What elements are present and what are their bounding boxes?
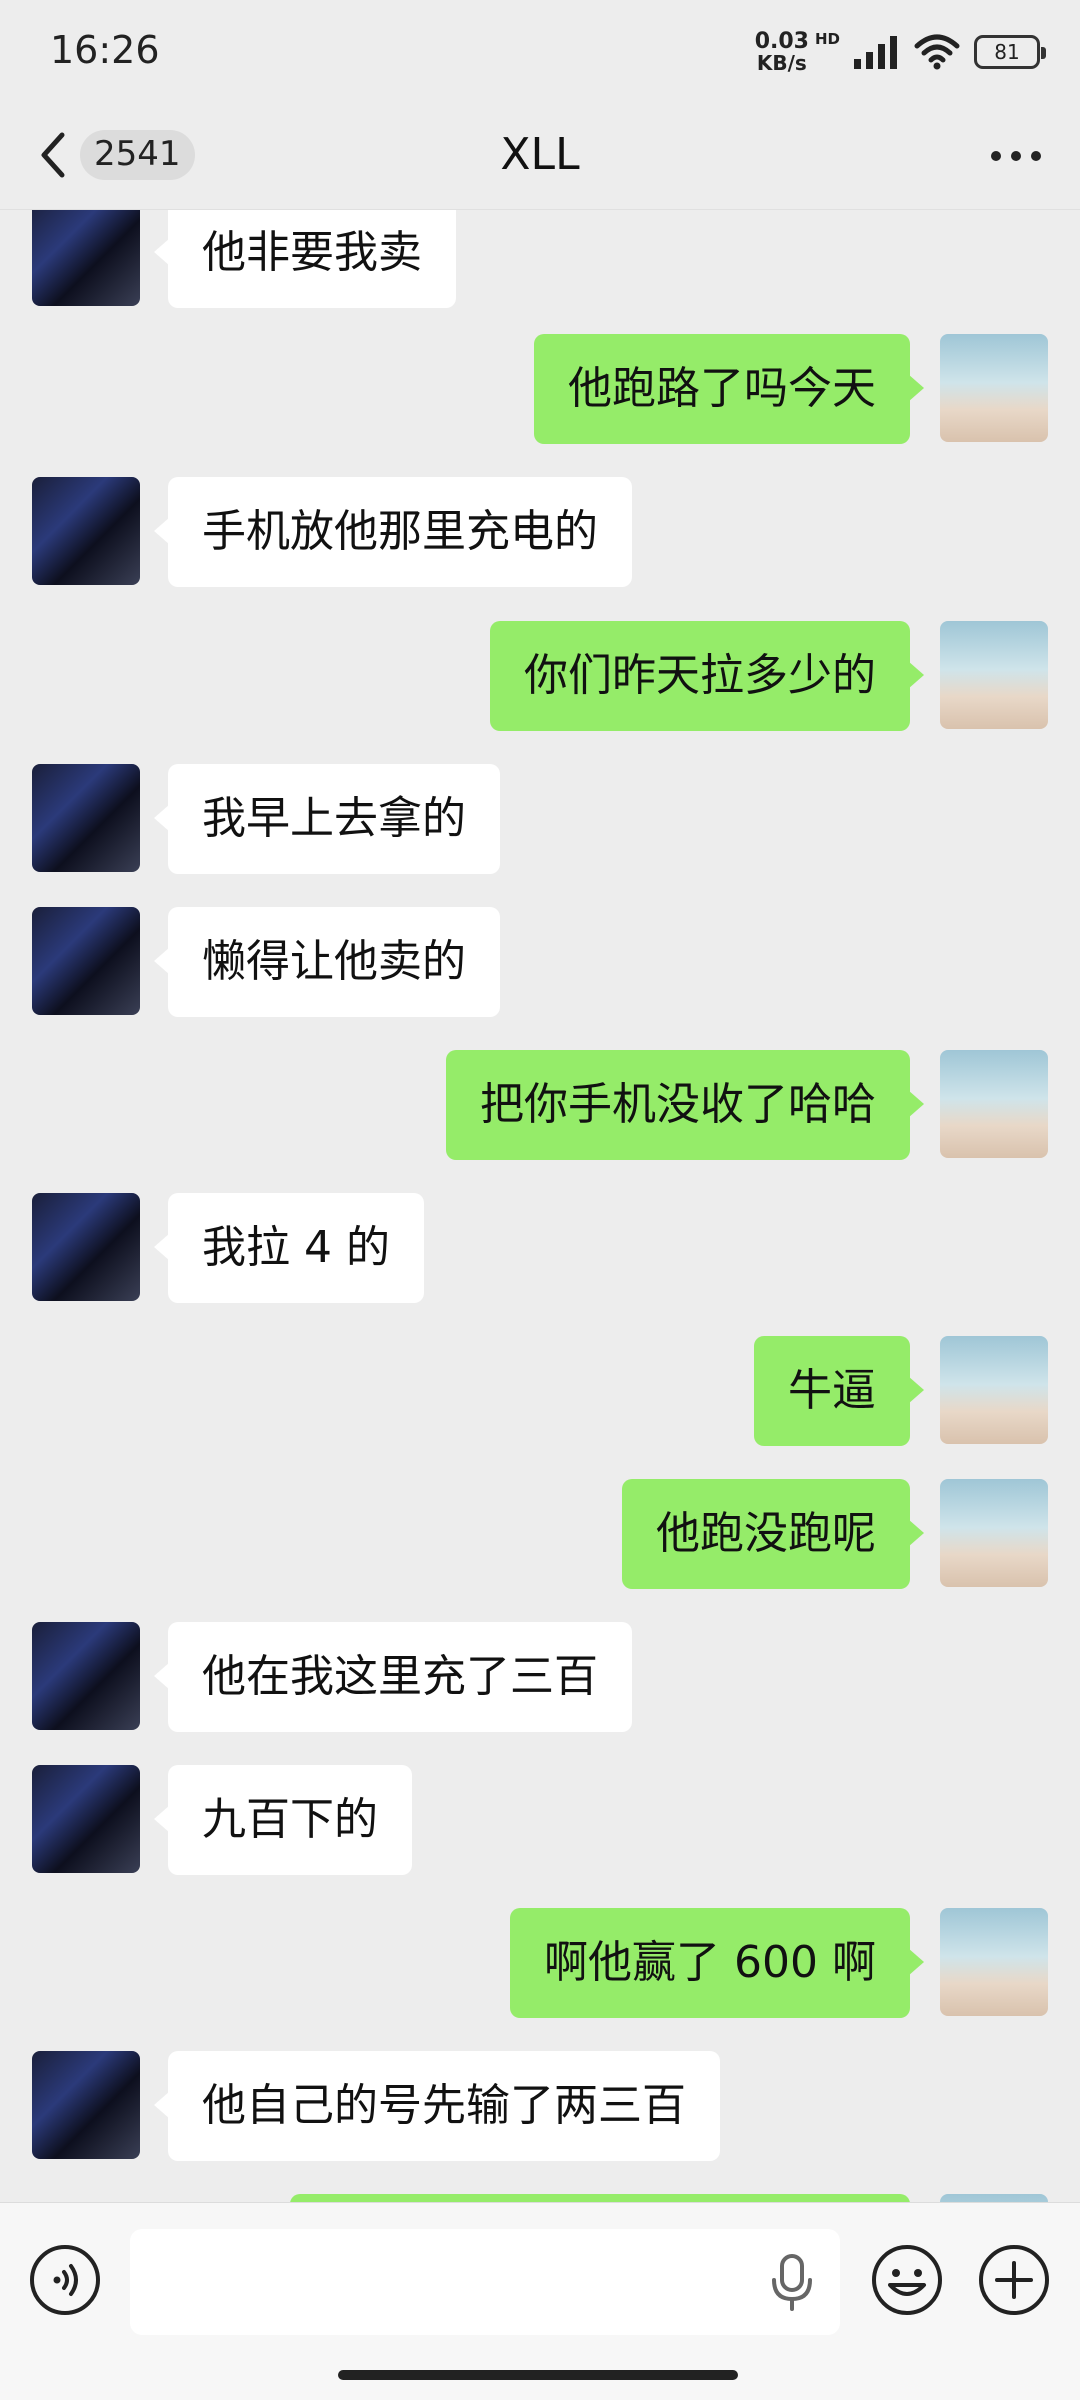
status-bar: 16:26 0.03 KB/s HD 81	[0, 0, 1080, 100]
mic-icon[interactable]	[770, 2253, 814, 2311]
status-time: 16:26	[50, 28, 160, 72]
message-bubble[interactable]: 懒得让他卖的	[154, 907, 500, 1017]
network-speed-value: 0.03	[754, 29, 809, 54]
message-bubble[interactable]: 啊他赢了 600 啊	[510, 1908, 924, 2018]
plus-icon	[979, 2245, 1049, 2315]
message-received: 九百下的	[0, 1765, 1080, 1875]
message-received: 我早上去拿的	[0, 764, 1080, 874]
voice-icon	[30, 2245, 100, 2315]
message-bubble[interactable]: 你们昨天拉多少的	[490, 621, 924, 731]
message-bubble[interactable]: 他自己的号先输了两三百	[154, 2051, 720, 2161]
emoji-button[interactable]	[870, 2243, 944, 2317]
voice-mode-button[interactable]	[28, 2243, 102, 2317]
contact-avatar[interactable]	[32, 1622, 140, 1730]
message-bubble[interactable]: 九百下的	[154, 1765, 412, 1875]
my-avatar[interactable]	[940, 1908, 1048, 2016]
message-bubble[interactable]: 我早上去拿的	[154, 764, 500, 874]
network-speed: 0.03 KB/s	[754, 29, 809, 75]
message-received: 我拉 4 的	[0, 1193, 1080, 1303]
my-avatar[interactable]	[940, 1050, 1048, 1158]
contact-avatar[interactable]	[32, 210, 140, 306]
hd-badge: HD	[814, 30, 840, 48]
emoji-icon	[872, 2245, 942, 2315]
signal-icon	[854, 36, 897, 69]
contact-avatar[interactable]	[32, 907, 140, 1015]
message-sent: 把你手机没收了哈哈	[0, 1050, 1080, 1160]
contact-avatar[interactable]	[32, 1765, 140, 1873]
battery-level: 81	[994, 40, 1020, 64]
message-bubble[interactable]: 他非要我卖	[154, 210, 456, 308]
message-bubble[interactable]: 他跑没跑呢	[622, 1479, 924, 1589]
status-icons: 0.03 KB/s HD 81	[754, 28, 1046, 76]
wifi-icon	[914, 34, 960, 70]
message-received: 手机放他那里充电的	[0, 477, 1080, 587]
message-bubble[interactable]	[290, 2194, 910, 2202]
more-options-button[interactable]	[986, 128, 1046, 184]
my-avatar[interactable]	[940, 1336, 1048, 1444]
battery-indicator: 81	[974, 35, 1046, 69]
contact-avatar[interactable]	[32, 477, 140, 585]
home-indicator[interactable]	[338, 2370, 738, 2380]
contact-avatar[interactable]	[32, 2051, 140, 2159]
chat-header: 2541 XLL	[0, 100, 1080, 210]
my-avatar[interactable]	[940, 2194, 1048, 2202]
message-sent: 啊他赢了 600 啊	[0, 1908, 1080, 2018]
message-received: 他自己的号先输了两三百	[0, 2051, 1080, 2161]
my-avatar[interactable]	[940, 1479, 1048, 1587]
message-bubble[interactable]: 把你手机没收了哈哈	[446, 1050, 924, 1160]
contact-avatar[interactable]	[32, 764, 140, 872]
message-bubble[interactable]: 牛逼	[754, 1336, 924, 1446]
message-input[interactable]	[130, 2229, 840, 2335]
message-bubble[interactable]: 他在我这里充了三百	[154, 1622, 632, 1732]
my-avatar[interactable]	[940, 621, 1048, 729]
message-sent: 你们昨天拉多少的	[0, 621, 1080, 731]
message-sent: 他跑路了吗今天	[0, 334, 1080, 444]
message-bubble[interactable]: 手机放他那里充电的	[154, 477, 632, 587]
message-sent: 他跑没跑呢	[0, 1479, 1080, 1589]
message-bubble[interactable]: 我拉 4 的	[154, 1193, 424, 1303]
more-dots-icon	[991, 151, 1041, 161]
network-speed-unit: KB/s	[756, 51, 807, 75]
message-sent	[0, 2194, 1080, 2202]
contact-avatar[interactable]	[32, 1193, 140, 1301]
my-avatar[interactable]	[940, 334, 1048, 442]
message-received: 他在我这里充了三百	[0, 1622, 1080, 1732]
message-received: 懒得让他卖的	[0, 907, 1080, 1017]
message-sent: 牛逼	[0, 1336, 1080, 1446]
message-bubble[interactable]: 他跑路了吗今天	[534, 334, 924, 444]
message-list[interactable]: 他非要我卖 他跑路了吗今天 手机放他那里充电的 你们昨天拉多少的 我早上去拿的 …	[0, 210, 1080, 2202]
message-received: 他非要我卖	[0, 210, 1080, 308]
chat-title: XLL	[500, 129, 580, 180]
more-actions-button[interactable]	[977, 2243, 1051, 2317]
